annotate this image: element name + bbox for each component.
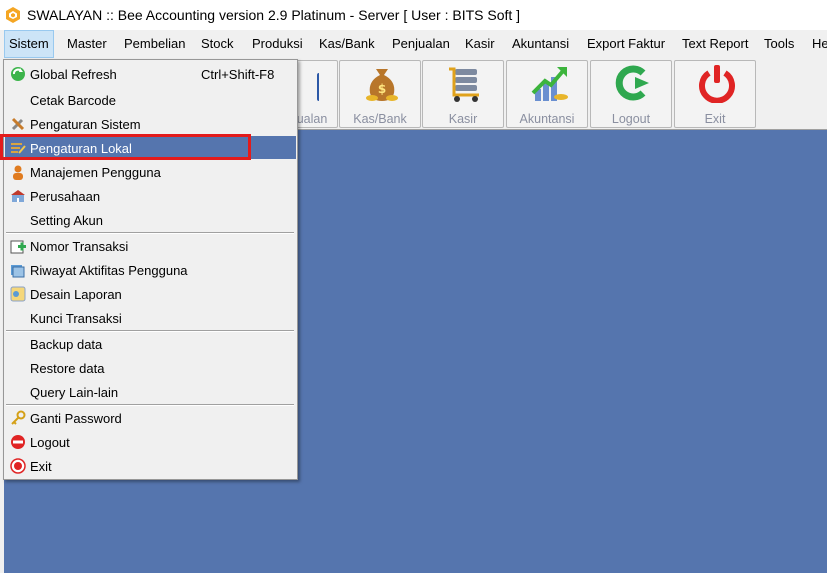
menu-item-query-lain-lain[interactable]: Query Lain-lain bbox=[5, 380, 296, 403]
menu-item-logout[interactable]: Logout bbox=[5, 430, 296, 453]
shortcut-label: Ctrl+Shift-F8 bbox=[201, 67, 275, 82]
menu-produksi[interactable]: Produksi bbox=[248, 30, 307, 58]
menu-item-exit[interactable]: Exit bbox=[5, 454, 296, 477]
window-title: SWALAYAN :: Bee Accounting version 2.9 P… bbox=[27, 7, 521, 23]
menu-help[interactable]: He bbox=[808, 30, 827, 58]
annotation-highlight-box bbox=[0, 134, 251, 160]
menu-item-ganti-password[interactable]: Ganti Password bbox=[5, 406, 296, 429]
menu-item-cetak-barcode[interactable]: Cetak Barcode bbox=[5, 88, 296, 111]
menu-item-pengaturan-sistem[interactable]: Pengaturan Sistem bbox=[5, 112, 296, 135]
report-design-icon bbox=[10, 286, 26, 302]
menu-export-faktur[interactable]: Export Faktur bbox=[583, 30, 669, 58]
menu-akuntansi[interactable]: Akuntansi bbox=[508, 30, 573, 58]
building-icon bbox=[11, 190, 25, 202]
toolbar-kasir-button[interactable]: Kasir bbox=[422, 60, 504, 128]
power-icon bbox=[699, 65, 735, 103]
title-bar: SWALAYAN :: Bee Accounting version 2.9 P… bbox=[0, 0, 827, 30]
toolbar-exit-button[interactable]: Exit bbox=[674, 60, 756, 128]
menu-item-kunci-transaksi[interactable]: Kunci Transaksi bbox=[5, 306, 296, 329]
key-icon bbox=[11, 410, 26, 425]
exit-icon bbox=[10, 458, 26, 474]
tools-icon bbox=[11, 117, 25, 131]
menu-item-riwayat-aktifitas[interactable]: Riwayat Aktifitas Pengguna bbox=[5, 258, 296, 281]
menu-item-backup-data[interactable]: Backup data bbox=[5, 332, 296, 355]
history-icon bbox=[11, 265, 25, 278]
menu-text-report[interactable]: Text Report bbox=[678, 30, 752, 58]
menu-item-manajemen-pengguna[interactable]: Manajemen Pengguna bbox=[5, 160, 296, 183]
menu-item-perusahaan[interactable]: Perusahaan bbox=[5, 184, 296, 207]
menu-item-global-refresh[interactable]: Global Refresh Ctrl+Shift-F8 bbox=[5, 62, 296, 85]
sistem-dropdown-menu: Global Refresh Ctrl+Shift-F8 Cetak Barco… bbox=[3, 59, 298, 480]
menu-item-nomor-transaksi[interactable]: Nomor Transaksi bbox=[5, 234, 296, 257]
cart-icon bbox=[449, 67, 479, 102]
user-icon bbox=[13, 165, 23, 180]
logout-arrow-icon bbox=[615, 65, 649, 101]
menu-item-setting-akun[interactable]: Setting Akun bbox=[5, 208, 296, 231]
toolbar-akuntansi-button[interactable]: Akuntansi bbox=[506, 60, 588, 128]
menu-item-restore-data[interactable]: Restore data bbox=[5, 356, 296, 379]
menu-penjualan[interactable]: Penjualan bbox=[388, 30, 454, 58]
menu-kas-bank[interactable]: Kas/Bank bbox=[315, 30, 379, 58]
menu-tools[interactable]: Tools bbox=[760, 30, 798, 58]
refresh-icon bbox=[11, 67, 25, 81]
menu-pembelian[interactable]: Pembelian bbox=[120, 30, 189, 58]
growth-chart-icon bbox=[531, 67, 568, 101]
menu-item-desain-laporan[interactable]: Desain Laporan bbox=[5, 282, 296, 305]
money-bag-icon: $ bbox=[366, 69, 398, 101]
menu-kasir[interactable]: Kasir bbox=[461, 30, 499, 58]
toolbar-logout-button[interactable]: Logout bbox=[590, 60, 672, 128]
toolbar-kas-bank-button[interactable]: $ Kas/Bank bbox=[339, 60, 421, 128]
menu-stock[interactable]: Stock bbox=[197, 30, 238, 58]
add-document-icon bbox=[10, 240, 26, 254]
menu-sistem[interactable]: Sistem bbox=[4, 30, 54, 58]
menu-master[interactable]: Master bbox=[63, 30, 111, 58]
app-logo-icon bbox=[6, 7, 20, 23]
no-entry-icon bbox=[11, 435, 25, 449]
svg-text:$: $ bbox=[378, 82, 386, 96]
